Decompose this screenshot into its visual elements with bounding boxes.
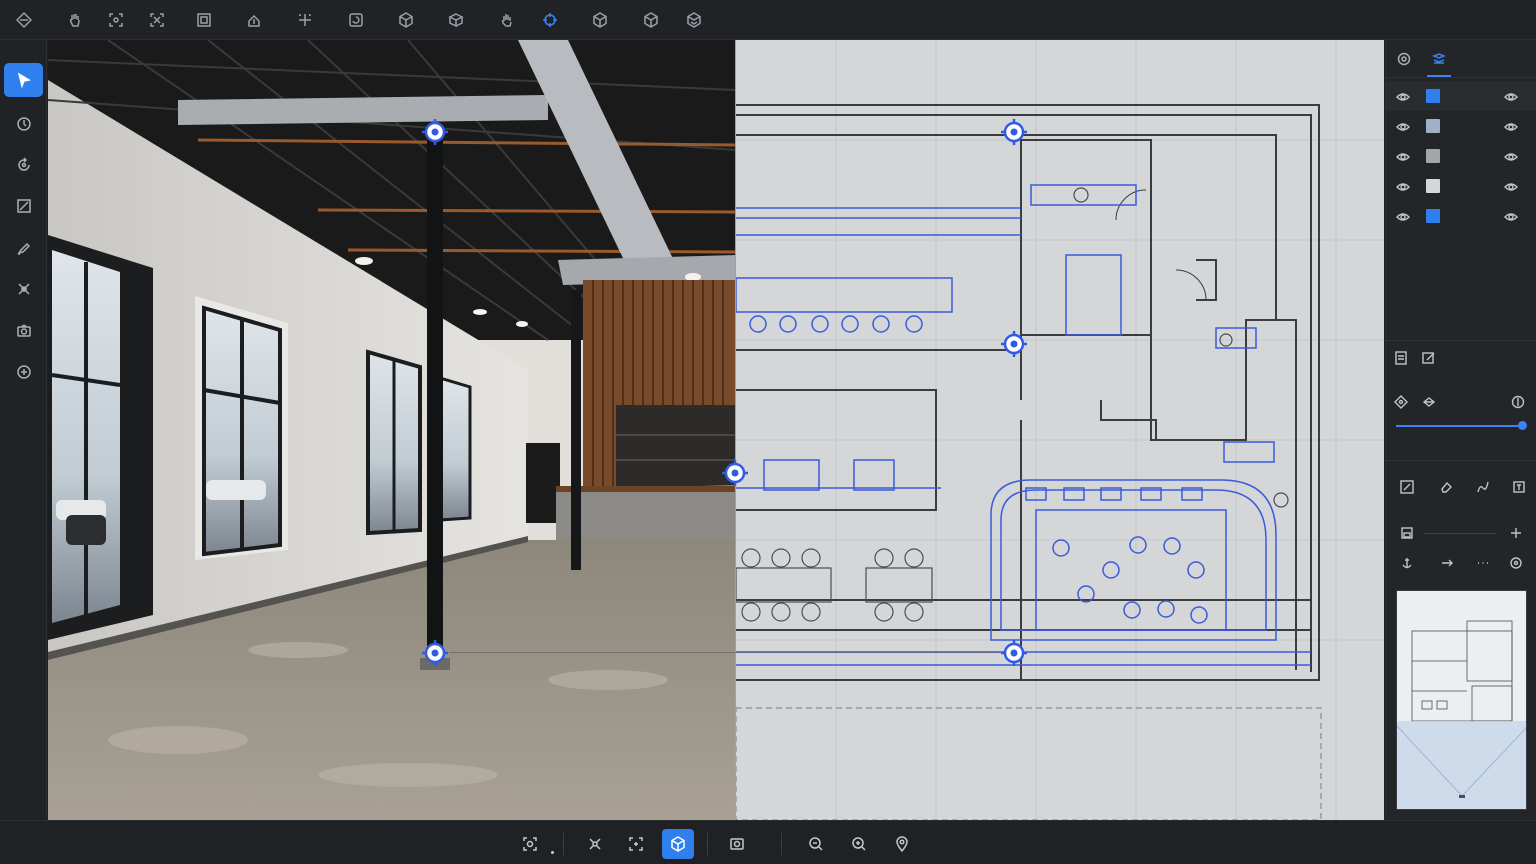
anchor-point-1[interactable] bbox=[421, 118, 449, 146]
pointer-icon[interactable] bbox=[4, 63, 43, 97]
toolbar-separator bbox=[781, 833, 782, 855]
anchor-point-4[interactable] bbox=[1000, 118, 1028, 146]
rotate-icon[interactable] bbox=[4, 148, 43, 182]
layer-color-swatch[interactable] bbox=[1426, 209, 1440, 223]
right-panel bbox=[1385, 40, 1536, 820]
eye-icon[interactable] bbox=[1504, 179, 1520, 193]
opacity-right-icon[interactable] bbox=[1509, 393, 1527, 411]
location-icon[interactable] bbox=[886, 829, 918, 859]
active-tab-indicator bbox=[1427, 75, 1451, 77]
opacity-slider-thumb[interactable] bbox=[1518, 421, 1527, 430]
toolbar-separator bbox=[707, 833, 708, 855]
pan-hand-icon[interactable] bbox=[63, 8, 87, 32]
add-point-icon[interactable] bbox=[293, 8, 317, 32]
explode-icon[interactable] bbox=[579, 829, 611, 859]
eye-icon[interactable] bbox=[1504, 119, 1520, 133]
plus-icon[interactable] bbox=[1507, 524, 1525, 542]
alignment-line bbox=[449, 652, 1000, 653]
visibility-tab-icon[interactable] bbox=[1394, 49, 1414, 69]
transform-icon[interactable] bbox=[145, 8, 169, 32]
pen-icon[interactable] bbox=[4, 231, 43, 265]
layer-color-swatch[interactable] bbox=[1426, 149, 1440, 163]
site-photo bbox=[48, 40, 736, 820]
fit-icon[interactable] bbox=[620, 829, 652, 859]
floor-plan-overlay bbox=[736, 40, 1384, 820]
align-target-icon[interactable] bbox=[538, 8, 562, 32]
layer-row-1[interactable] bbox=[1386, 81, 1536, 111]
anchor-point-2[interactable] bbox=[421, 639, 449, 667]
panel-divider bbox=[1386, 340, 1536, 341]
top-toolbar bbox=[0, 0, 1536, 40]
edit-icon[interactable] bbox=[1420, 349, 1438, 367]
eye-icon[interactable] bbox=[1396, 179, 1412, 193]
layer-row-4[interactable] bbox=[1386, 171, 1536, 201]
split-divider[interactable] bbox=[735, 40, 736, 820]
floor-plan-drawing bbox=[736, 40, 1384, 820]
anchor-point-6[interactable] bbox=[1000, 639, 1028, 667]
frame-icon[interactable] bbox=[1398, 478, 1416, 496]
screenshot-icon[interactable] bbox=[721, 829, 753, 859]
photo-illustration bbox=[48, 40, 736, 820]
eye-icon[interactable] bbox=[1504, 209, 1520, 223]
layer-color-swatch[interactable] bbox=[1426, 89, 1440, 103]
crosshair-icon[interactable] bbox=[1507, 554, 1525, 572]
crop-icon[interactable] bbox=[192, 8, 216, 32]
more-icon[interactable] bbox=[1474, 554, 1492, 572]
grab-icon[interactable] bbox=[495, 8, 519, 32]
save-icon[interactable] bbox=[1398, 524, 1416, 542]
cube-rotate-icon[interactable] bbox=[682, 8, 706, 32]
opacity-slider-track[interactable] bbox=[1396, 425, 1522, 427]
eye-icon[interactable] bbox=[1504, 89, 1520, 103]
anchor-tool-icon[interactable] bbox=[1398, 554, 1416, 572]
eye-icon[interactable] bbox=[1396, 119, 1412, 133]
document-icon[interactable] bbox=[1392, 349, 1410, 367]
anchor-point-3[interactable] bbox=[721, 459, 749, 487]
split-viewport[interactable] bbox=[48, 40, 1384, 820]
text-tool-icon[interactable] bbox=[1510, 478, 1528, 496]
draw-icon[interactable] bbox=[1474, 478, 1492, 496]
panel-divider bbox=[1386, 460, 1536, 461]
rotate-view-icon[interactable] bbox=[344, 8, 368, 32]
select-region-icon[interactable] bbox=[104, 8, 128, 32]
panel-tabs bbox=[1386, 40, 1536, 78]
measure-icon[interactable] bbox=[4, 107, 43, 141]
camera-icon[interactable] bbox=[4, 314, 43, 348]
box-icon[interactable] bbox=[444, 8, 468, 32]
upload-icon[interactable] bbox=[242, 8, 266, 32]
eye-icon[interactable] bbox=[1396, 209, 1412, 223]
navigate-icon[interactable] bbox=[12, 8, 36, 32]
focus-icon[interactable] bbox=[514, 829, 546, 859]
minimap[interactable] bbox=[1396, 590, 1527, 810]
bottom-toolbar bbox=[0, 820, 1536, 864]
layer-row-3[interactable] bbox=[1386, 141, 1536, 171]
eye-icon[interactable] bbox=[1396, 149, 1412, 163]
anchor-point-5[interactable] bbox=[1000, 330, 1028, 358]
eye-icon[interactable] bbox=[1504, 149, 1520, 163]
opacity-mid-icon[interactable] bbox=[1420, 393, 1438, 411]
toolbar-separator bbox=[563, 833, 564, 855]
layer-color-swatch[interactable] bbox=[1426, 179, 1440, 193]
cube-wire-icon[interactable] bbox=[588, 8, 612, 32]
cube-icon[interactable] bbox=[394, 8, 418, 32]
layers-tab-icon[interactable] bbox=[1429, 49, 1449, 69]
layer-color-swatch[interactable] bbox=[1426, 119, 1440, 133]
layer-row-5[interactable] bbox=[1386, 201, 1536, 231]
cube-solid-icon[interactable] bbox=[639, 8, 663, 32]
eraser-icon[interactable] bbox=[1437, 478, 1455, 496]
link-icon[interactable] bbox=[1438, 554, 1456, 572]
panel-line bbox=[1424, 533, 1496, 534]
opacity-left-icon[interactable] bbox=[1392, 393, 1410, 411]
app-window bbox=[0, 0, 1536, 864]
dropdown-dot[interactable] bbox=[551, 851, 554, 854]
add-icon[interactable] bbox=[4, 355, 43, 389]
3d-cube-icon[interactable] bbox=[662, 829, 694, 859]
left-toolbar bbox=[0, 40, 47, 820]
zoom-in-icon[interactable] bbox=[843, 829, 875, 859]
image-edit-icon[interactable] bbox=[4, 189, 43, 223]
transform-points-icon[interactable] bbox=[4, 272, 43, 306]
eye-icon[interactable] bbox=[1396, 89, 1412, 103]
minimap-drawing bbox=[1397, 591, 1526, 809]
zoom-out-icon[interactable] bbox=[800, 829, 832, 859]
layer-row-2[interactable] bbox=[1386, 111, 1536, 141]
